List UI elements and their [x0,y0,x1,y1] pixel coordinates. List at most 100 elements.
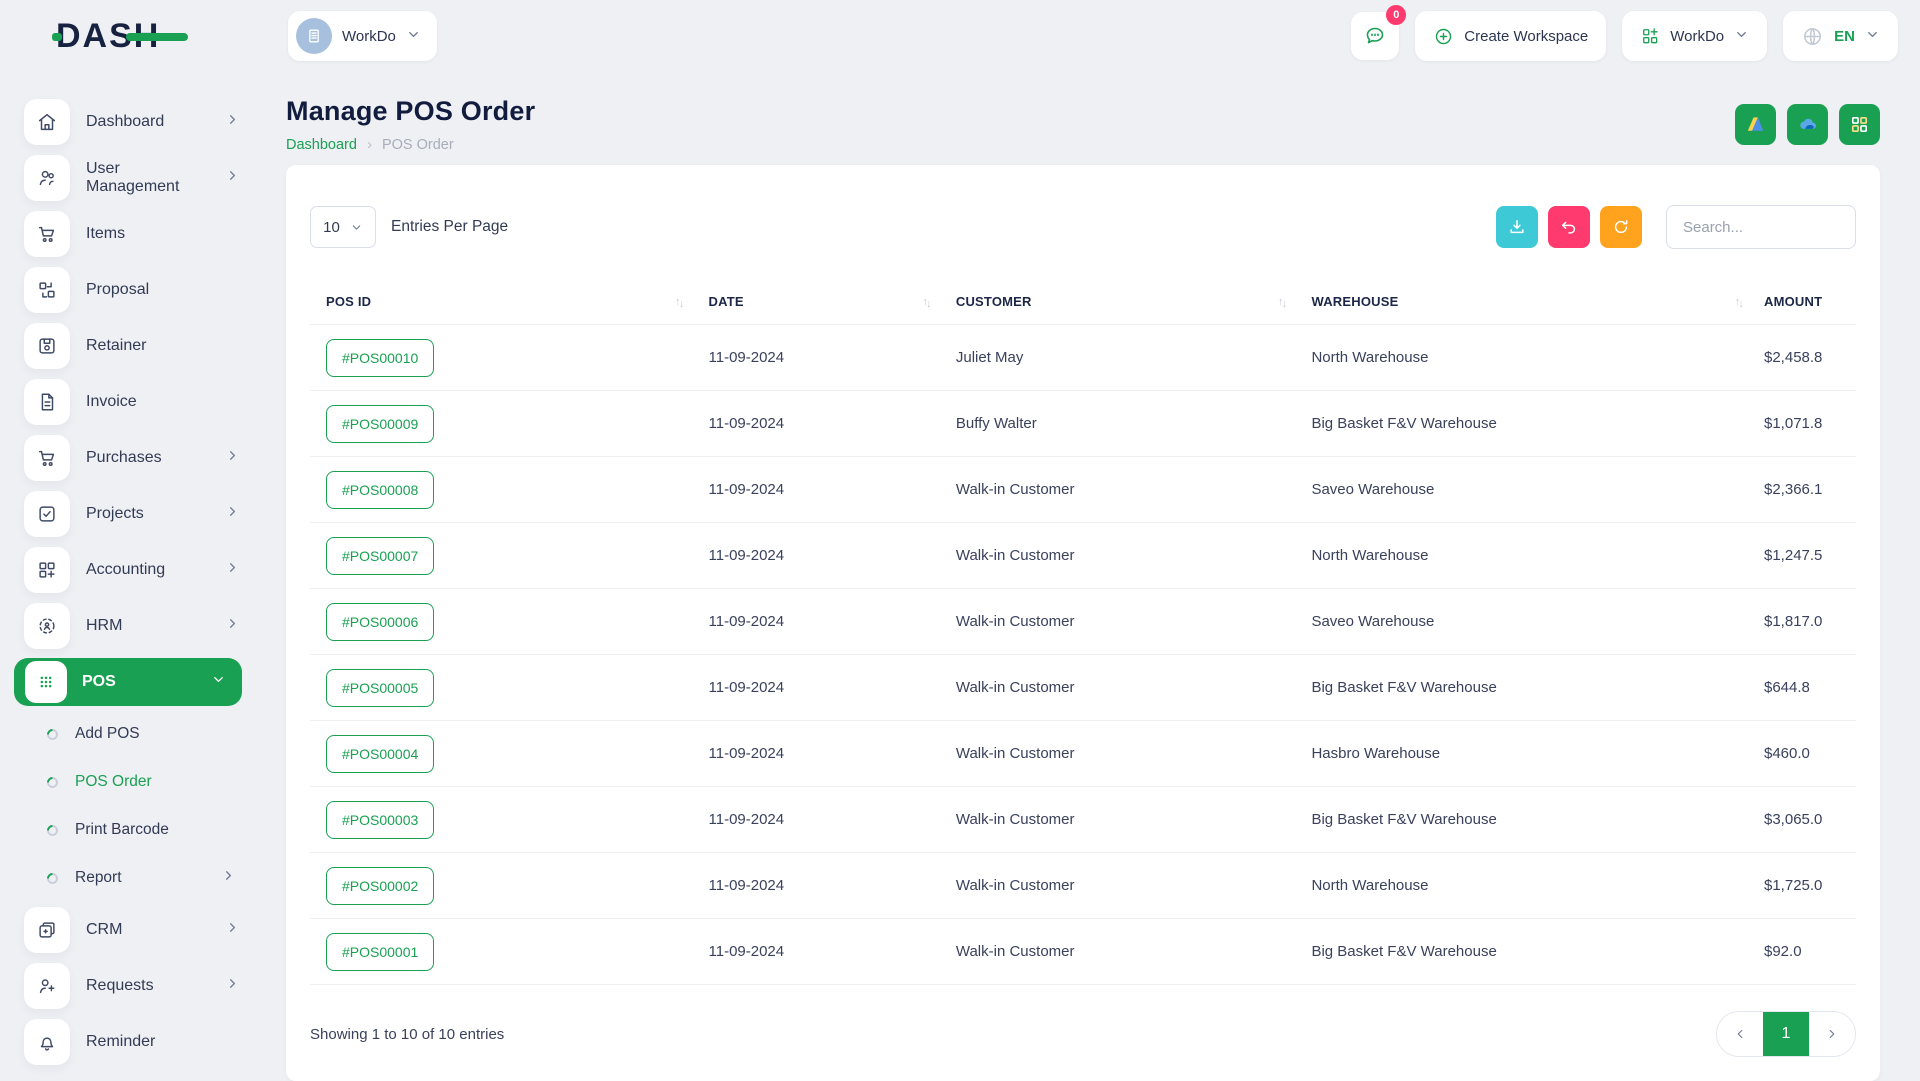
sort-icon[interactable]: ↑↓ [1735,296,1744,308]
logo-text: DASH [56,17,160,56]
order-date: 11-09-2024 [697,523,944,589]
sidebar-item-user-management[interactable]: User Management [0,150,260,206]
cart-icon [24,211,70,257]
breadcrumb-dashboard-link[interactable]: Dashboard [286,137,357,153]
column-header-date: DATE↑↓ [697,279,944,325]
entries-per-page-select[interactable]: 10 [310,206,376,248]
order-date: 11-09-2024 [697,919,944,985]
export-button[interactable] [1496,206,1538,248]
app-menu-button[interactable]: WorkDo [1622,11,1767,61]
sidebar-item-label: Retainer [86,337,240,355]
order-date: 11-09-2024 [697,853,944,919]
workspace-avatar [296,18,332,54]
pos-id-link[interactable]: #POS00005 [326,669,434,707]
chevron-right-icon [1825,1027,1839,1041]
google-drive-button[interactable] [1735,104,1776,145]
sidebar-item-items[interactable]: Items [0,206,260,262]
logo[interactable]: DASH [0,17,260,56]
pos-id-link[interactable]: #POS00001 [326,933,434,971]
pos-id-link[interactable]: #POS00002 [326,867,434,905]
pos-id-link[interactable]: #POS00006 [326,603,434,641]
messages-count-badge: 0 [1386,5,1406,25]
page-number-current[interactable]: 1 [1763,1012,1809,1056]
customer-name: Juliet May [944,325,1300,391]
sidebar-item-accounting[interactable]: Accounting [0,542,260,598]
refresh-icon [1611,217,1631,237]
sidebar-item-invoice[interactable]: Invoice [0,374,260,430]
column-header-pos-id: POS ID↑↓ [310,279,697,325]
sidebar-item-crm[interactable]: CRM [0,902,260,958]
chevron-right-icon [225,448,240,468]
language-selector[interactable]: EN [1783,11,1898,61]
sidebar-item-purchases[interactable]: Purchases [0,430,260,486]
sidebar-item-label: Projects [86,505,209,523]
pos-id-link[interactable]: #POS00010 [326,339,434,377]
workspace-name: WorkDo [342,28,396,45]
sidebar-subitem-report[interactable]: Report [0,854,260,902]
bell-icon [24,1019,70,1065]
sort-icon[interactable]: ↑↓ [1278,296,1287,308]
sidebar-item-label: Reminder [86,1033,240,1051]
pos-id-link[interactable]: #POS00009 [326,405,434,443]
sidebar-item-retainer[interactable]: Retainer [0,318,260,374]
entries-per-page-value: 10 [323,219,340,236]
order-date: 11-09-2024 [697,325,944,391]
sidebar-subitem-label: Report [75,869,204,887]
table-row: #POS00005 11-09-2024 Walk-in Customer Bi… [310,655,1856,721]
grid-plus-icon [24,547,70,593]
scan-user-icon [24,603,70,649]
undo-button[interactable] [1548,206,1590,248]
warehouse-name: Big Basket F&V Warehouse [1299,655,1756,721]
sidebar-subitem-label: Add POS [75,725,236,743]
chevron-right-icon [225,168,240,188]
table-row: #POS00001 11-09-2024 Walk-in Customer Bi… [310,919,1856,985]
breadcrumb-separator-icon: › [367,136,372,153]
pos-order-table: POS ID↑↓ DATE↑↓ CUSTOMER↑↓ WAREHOUSE↑↓ A… [310,279,1856,985]
sidebar-item-label: Accounting [86,561,209,579]
sidebar-item-reminder[interactable]: Reminder [0,1014,260,1070]
create-workspace-button[interactable]: Create Workspace [1415,11,1606,61]
sidebar-subitem-print-barcode[interactable]: Print Barcode [0,806,260,854]
chevron-down-icon [1734,27,1749,46]
table-row: #POS00004 11-09-2024 Walk-in Customer Ha… [310,721,1856,787]
sidebar-subitem-add-pos[interactable]: Add POS [0,710,260,758]
building-icon [304,26,324,46]
next-page-button[interactable] [1809,1012,1855,1056]
pos-grid-icon [25,661,67,703]
onedrive-button[interactable] [1787,104,1828,145]
refresh-button[interactable] [1600,206,1642,248]
sidebar-subitem-pos-order[interactable]: POS Order [0,758,260,806]
table-row: #POS00010 11-09-2024 Juliet May North Wa… [310,325,1856,391]
grid-plus-icon [1640,26,1660,46]
search-input[interactable] [1666,205,1856,249]
customer-name: Walk-in Customer [944,853,1300,919]
sidebar-item-label: CRM [86,921,209,939]
chevron-down-icon [406,27,421,46]
sidebar-item-requests[interactable]: Requests [0,958,260,1014]
sidebar-item-hrm[interactable]: HRM [0,598,260,654]
google-drive-icon [1744,113,1767,136]
sort-icon[interactable]: ↑↓ [675,296,684,308]
sidebar-item-pos[interactable]: POS [14,658,242,706]
main-content: Manage POS Order Dashboard › POS Order [260,72,1920,1080]
pos-id-link[interactable]: #POS00004 [326,735,434,773]
order-date: 11-09-2024 [697,391,944,457]
order-date: 11-09-2024 [697,787,944,853]
warehouse-name: Hasbro Warehouse [1299,721,1756,787]
sort-icon[interactable]: ↑↓ [922,296,931,308]
sidebar-item-projects[interactable]: Projects [0,486,260,542]
sidebar-item-label: POS [82,673,196,691]
pos-id-link[interactable]: #POS00007 [326,537,434,575]
create-workspace-label: Create Workspace [1464,28,1588,45]
previous-page-button[interactable] [1717,1012,1763,1056]
sidebar-item-proposal[interactable]: Proposal [0,262,260,318]
pos-id-link[interactable]: #POS00008 [326,471,434,509]
pos-id-link[interactable]: #POS00003 [326,801,434,839]
language-label: EN [1834,28,1855,45]
sidebar-item-dashboard[interactable]: Dashboard [0,94,260,150]
messages-button[interactable]: 0 [1351,12,1399,60]
check-square-icon [24,491,70,537]
workspace-switcher[interactable]: WorkDo [288,11,437,61]
apps-grid-button[interactable] [1839,104,1880,145]
chevron-down-icon [211,672,226,692]
